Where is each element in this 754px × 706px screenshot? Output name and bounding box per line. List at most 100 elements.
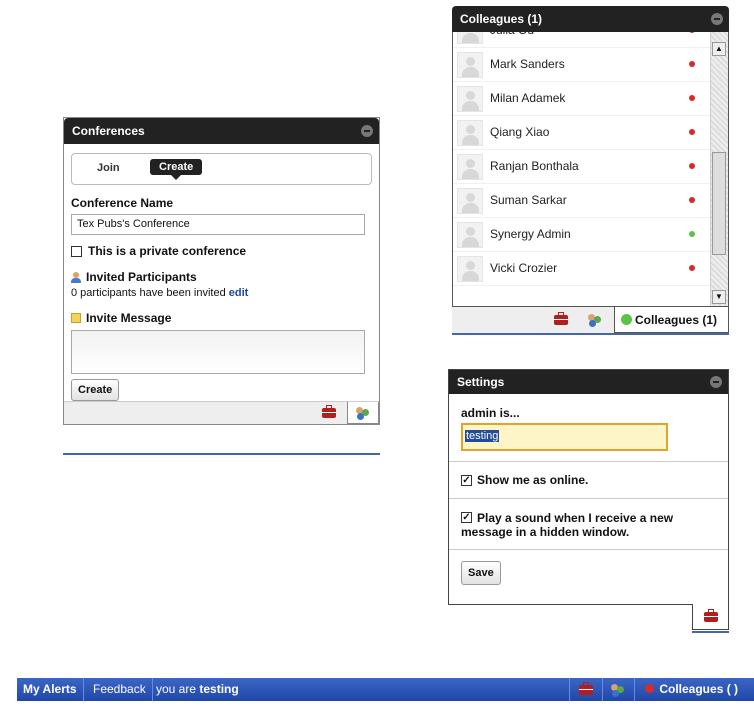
colleagues-button[interactable]: Colleagues ( )	[639, 678, 744, 701]
toolbox-button[interactable]	[569, 678, 603, 701]
avatar-icon	[457, 256, 483, 282]
people-icon	[610, 683, 626, 697]
main-toolbar: My Alerts Feedback you are testing Colle…	[17, 678, 754, 701]
colleague-row[interactable]: Julia Ou	[453, 32, 712, 48]
suitcase-icon	[554, 312, 568, 325]
conferences-tray	[64, 401, 379, 424]
tab-create[interactable]: Create	[150, 159, 203, 180]
colleague-row[interactable]: Synergy Admin	[453, 218, 712, 252]
suitcase-icon	[703, 608, 718, 622]
create-button[interactable]: Create	[71, 379, 120, 401]
scroll-down-icon[interactable]: ▼	[712, 290, 726, 304]
settings-toolbox-tab[interactable]	[692, 604, 729, 630]
colleague-row[interactable]: Qiang Xiao	[453, 116, 712, 150]
colleague-name: Suman Sarkar	[490, 193, 567, 207]
suitcase-icon	[322, 405, 336, 418]
minimize-icon[interactable]	[710, 376, 722, 388]
colleague-row[interactable]: Vicki Crozier	[453, 252, 712, 286]
offline-status-icon	[689, 61, 695, 67]
private-conference-checkbox[interactable]	[71, 245, 82, 257]
user-status[interactable]: you are testing	[150, 678, 245, 701]
scrollbar[interactable]: ▲ ▼	[710, 32, 728, 306]
minimize-icon[interactable]	[711, 13, 723, 25]
invite-message-input[interactable]	[71, 330, 365, 374]
play-sound-section: ✓ Play a sound when I receive a new messa…	[449, 499, 728, 550]
show-online-checkbox[interactable]: ✓	[461, 475, 472, 487]
toolbox-tab[interactable]	[312, 402, 346, 424]
conferences-header: Conferences	[64, 118, 379, 144]
offline-status-icon	[689, 95, 695, 101]
conferences-tab[interactable]	[578, 307, 612, 333]
online-status-icon	[621, 314, 632, 325]
colleague-name: Vicki Crozier	[490, 261, 558, 275]
settings-header: Settings	[449, 370, 728, 394]
people-icon	[355, 406, 371, 420]
tab-join[interactable]: Join	[97, 162, 120, 174]
colleague-name: Ranjan Bonthala	[490, 159, 579, 173]
invite-message-heading: Invite Message	[71, 311, 372, 325]
conferences-tab[interactable]	[347, 402, 379, 424]
conferences-title: Conferences	[72, 124, 145, 138]
avatar-icon	[457, 188, 483, 214]
invited-count: 0 participants have been invited	[71, 287, 226, 299]
show-online-label: Show me as online.	[477, 473, 589, 487]
colleague-name: Qiang Xiao	[490, 125, 550, 139]
online-status-icon	[689, 231, 695, 237]
minimize-icon[interactable]	[361, 125, 373, 137]
colleagues-tray: Colleagues (1)	[452, 307, 729, 333]
edit-link[interactable]: edit	[229, 287, 249, 299]
my-alerts-button[interactable]: My Alerts	[17, 678, 84, 701]
colleague-row[interactable]: Milan Adamek	[453, 82, 712, 116]
colleague-name: Julia Ou	[490, 32, 534, 37]
offline-status-icon	[689, 129, 695, 135]
private-conference-row: This is a private conference	[71, 244, 372, 258]
colleagues-header: Colleagues (1)	[452, 6, 729, 32]
offline-status-icon	[689, 265, 695, 271]
avatar-icon	[457, 86, 483, 112]
invited-participants-label: Invited Participants	[86, 270, 197, 284]
colleagues-panel: Colleagues (1) Julia Ou Mark Sanders Milan…	[452, 6, 729, 333]
private-conference-label: This is a private conference	[88, 244, 247, 258]
avatar-icon	[457, 154, 483, 180]
settings-title: Settings	[457, 375, 505, 389]
status-label: admin is...	[461, 406, 520, 420]
colleague-row[interactable]: Mark Sanders	[453, 48, 712, 82]
show-online-section: ✓ Show me as online.	[449, 462, 728, 499]
toolbox-tab[interactable]	[544, 307, 578, 333]
play-sound-label: Play a sound when I receive a new messag…	[461, 511, 674, 539]
avatar-icon	[457, 222, 483, 248]
feedback-button[interactable]: Feedback	[87, 678, 153, 701]
colleagues-title: Colleagues (1)	[460, 12, 543, 26]
conference-tabs: Join Create	[71, 153, 372, 185]
conference-name-input[interactable]: Tex Pubs's Conference	[71, 214, 365, 235]
you-are-user: testing	[199, 682, 239, 696]
status-value: testing	[465, 430, 500, 442]
colleague-name: Mark Sanders	[490, 57, 565, 71]
person-icon	[71, 271, 81, 283]
suitcase-icon	[579, 681, 593, 695]
avatar-icon	[457, 52, 483, 78]
status-input[interactable]: testing	[461, 423, 668, 451]
offline-status-icon	[689, 163, 695, 169]
conference-name-label: Conference Name	[71, 196, 174, 210]
invited-participants-heading: Invited Participants	[71, 270, 372, 284]
scroll-thumb[interactable]	[712, 152, 726, 255]
play-sound-checkbox[interactable]: ✓	[461, 512, 472, 523]
colleague-name: Milan Adamek	[490, 91, 566, 105]
offline-status-icon	[645, 684, 654, 693]
save-button[interactable]: Save	[461, 561, 501, 585]
colleagues-tab[interactable]: Colleagues (1)	[614, 307, 729, 333]
offline-status-icon	[689, 197, 695, 203]
invited-count-text: 0 participants have been invited edit	[71, 287, 372, 299]
offline-status-icon	[689, 32, 695, 33]
colleague-row[interactable]: Ranjan Bonthala	[453, 150, 712, 184]
invite-message-label: Invite Message	[86, 311, 172, 325]
conferences-button[interactable]	[602, 678, 635, 701]
colleague-row[interactable]: Suman Sarkar	[453, 184, 712, 218]
scroll-up-icon[interactable]: ▲	[712, 42, 726, 56]
colleagues-tab-label: Colleagues (1)	[635, 312, 718, 327]
you-are-prefix: you are	[156, 682, 197, 696]
colleague-list: Julia Ou Mark Sanders Milan Adamek Qiang Xi…	[452, 32, 729, 307]
avatar-icon	[457, 32, 483, 44]
note-icon	[71, 313, 81, 323]
